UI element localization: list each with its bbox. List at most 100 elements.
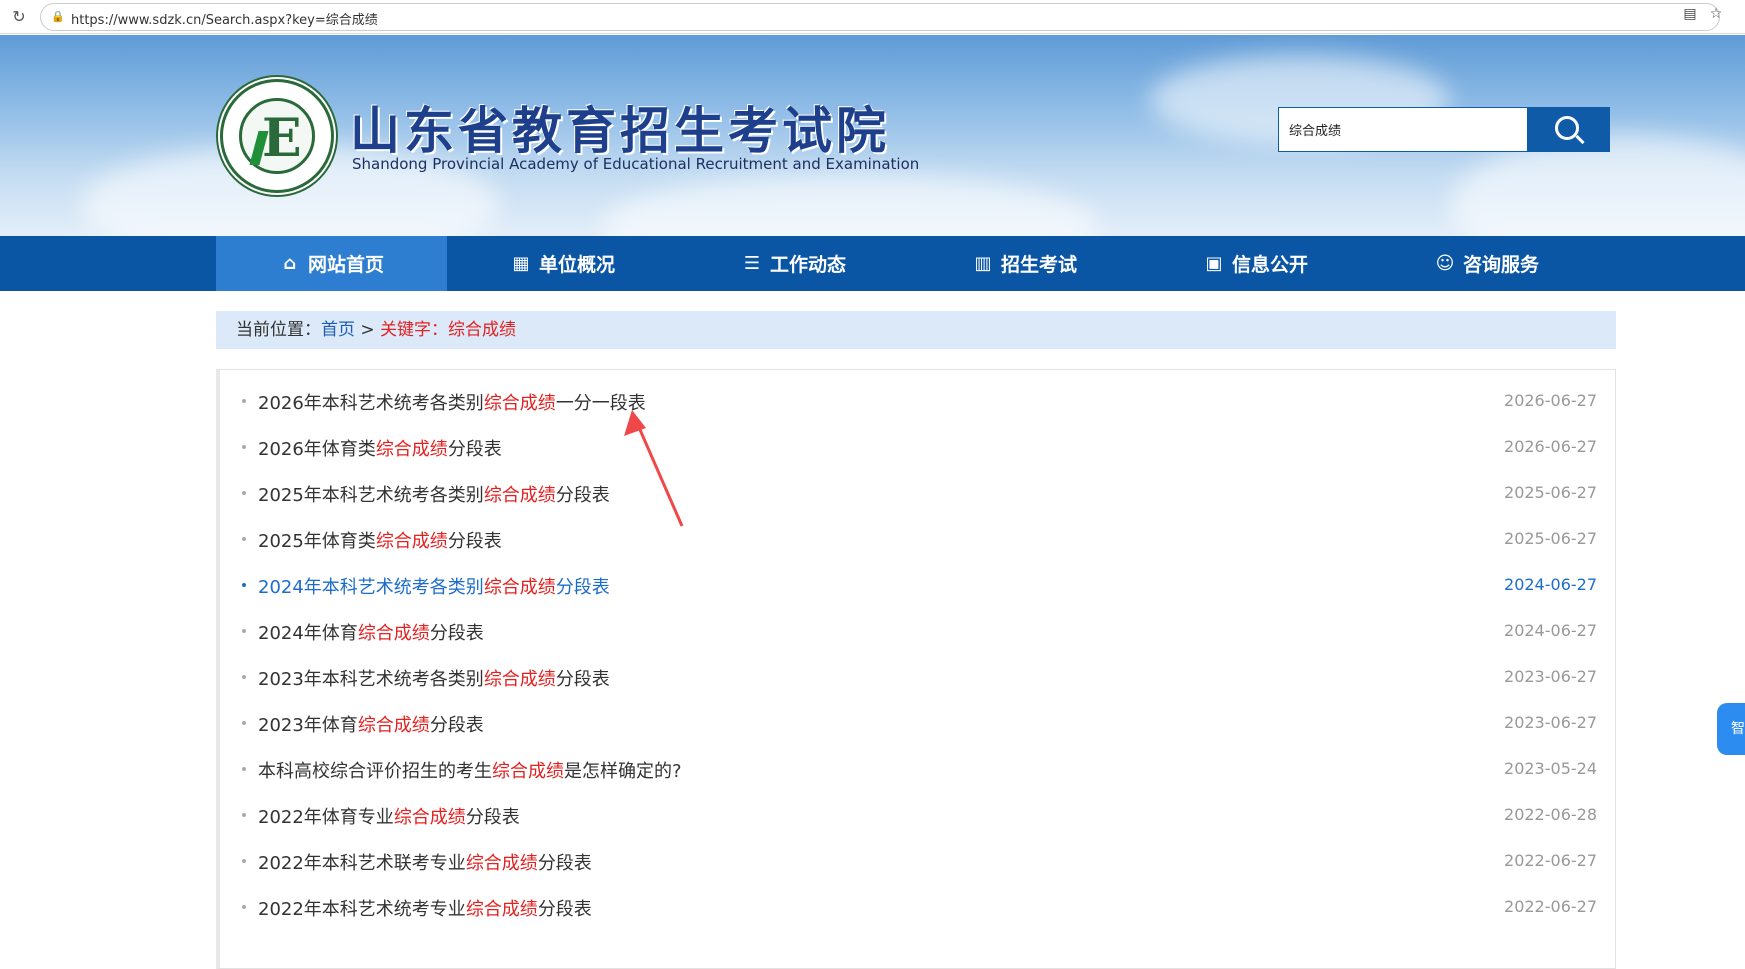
keyword-highlight: 综合成绩 (465, 899, 538, 920)
server-icon: ☰ (743, 252, 761, 274)
search-button[interactable] (1528, 107, 1610, 152)
bullet-icon (242, 767, 246, 771)
keyword-highlight: 综合成绩 (483, 577, 556, 598)
main-nav: ⌂ 网站首页 ▦ 单位概况 ☰ 工作动态 ▥ 招生考试 ▣ 信息公开 ☺ 咨询服… (0, 236, 1745, 291)
logo-letter: E (262, 108, 302, 169)
star-icon[interactable]: ☆ (1708, 6, 1724, 22)
breadcrumb: 当前位置：首页 > 关键字：综合成绩 (216, 311, 1616, 349)
list-item: 2026年体育类综合成绩分段表 2026-06-27 (220, 425, 1615, 471)
keyword-highlight: 综合成绩 (357, 623, 430, 644)
result-link[interactable]: 2023年本科艺术统考各类别综合成绩分段表 (258, 665, 610, 691)
bullet-icon (242, 399, 246, 403)
title-text: 分段表 (555, 485, 610, 506)
list-item: 2023年本科艺术统考各类别综合成绩分段表 2023-06-27 (220, 655, 1615, 701)
title-text: 分段表 (555, 669, 610, 690)
result-link[interactable]: 2026年本科艺术统考各类别综合成绩一分一段表 (258, 389, 646, 415)
result-link[interactable]: 2022年体育专业综合成绩分段表 (258, 803, 520, 829)
building-icon: ▦ (512, 252, 530, 274)
title-text: 本科高校综合评价招生的考生 (258, 761, 492, 782)
title-text: 2022年本科艺术联考专业 (258, 853, 466, 874)
nav-news[interactable]: ☰ 工作动态 (678, 236, 909, 291)
bullet-icon (242, 583, 246, 587)
list-item: 2025年本科艺术统考各类别综合成绩分段表 2025-06-27 (220, 471, 1615, 517)
reload-icon[interactable]: ↻ (10, 8, 28, 26)
title-text: 2025年本科艺术统考各类别 (258, 485, 484, 506)
result-link[interactable]: 2026年体育类综合成绩分段表 (258, 435, 502, 461)
result-date: 2025-06-27 (1504, 529, 1597, 548)
result-date: 2022-06-27 (1504, 897, 1597, 916)
site-title: 山东省教育招生考试院 (350, 102, 890, 160)
list-item: 本科高校综合评价招生的考生综合成绩是怎样确定的? 2023-05-24 (220, 747, 1615, 793)
title-text: 2025年体育类 (258, 531, 376, 552)
nav-label: 招生考试 (1000, 254, 1077, 276)
breadcrumb-home-link[interactable]: 首页 (321, 320, 355, 340)
title-text: 分段表 (447, 439, 502, 460)
address-bar[interactable]: 🔒 https://www.sdzk.cn/Search.aspx?key=综合… (40, 3, 1720, 31)
bullet-icon (242, 859, 246, 863)
result-date: 2025-06-27 (1504, 483, 1597, 502)
nav-label: 信息公开 (1231, 254, 1308, 276)
list-item: 2025年体育类综合成绩分段表 2025-06-27 (220, 517, 1615, 563)
nav-label: 网站首页 (307, 254, 384, 276)
list-item: 2022年本科艺术统考专业综合成绩分段表 2022-06-27 (220, 885, 1615, 931)
result-date: 2023-06-27 (1504, 667, 1597, 686)
search-icon-handle (1575, 134, 1585, 145)
list-item: 2024年体育综合成绩分段表 2024-06-27 (220, 609, 1615, 655)
title-text: 分段表 (429, 715, 484, 736)
result-link[interactable]: 2022年本科艺术联考专业综合成绩分段表 (258, 849, 592, 875)
keyword-highlight: 综合成绩 (393, 807, 466, 828)
result-link[interactable]: 本科高校综合评价招生的考生综合成绩是怎样确定的? (258, 757, 682, 783)
annotation-arrow-icon (624, 410, 684, 527)
bullet-icon (242, 491, 246, 495)
result-link[interactable]: 2024年本科艺术统考各类别综合成绩分段表 (258, 573, 610, 599)
list-item: 2022年本科艺术联考专业综合成绩分段表 2022-06-27 (220, 839, 1615, 885)
nav-home[interactable]: ⌂ 网站首页 (216, 236, 447, 291)
bullet-icon (242, 721, 246, 725)
url-text[interactable]: https://www.sdzk.cn/Search.aspx?key=综合成绩 (71, 9, 378, 28)
floating-assistant-tab[interactable]: 智 (1717, 703, 1745, 755)
title-text: 分段表 (537, 853, 592, 874)
title-text: 2026年体育类 (258, 439, 376, 460)
lock-icon[interactable]: 🔒 (51, 10, 65, 24)
nav-about[interactable]: ▦ 单位概况 (447, 236, 678, 291)
title-text: 分段表 (555, 577, 610, 598)
site-subtitle: Shandong Provincial Academy of Education… (352, 155, 920, 173)
reader-icon[interactable]: ▤ (1682, 6, 1698, 22)
result-date: 2026-06-27 (1504, 437, 1597, 456)
result-date: 2026-06-27 (1504, 391, 1597, 410)
cloud-decoration (600, 175, 1100, 236)
bullet-icon (242, 629, 246, 633)
result-date: 2024-06-27 (1504, 621, 1597, 640)
list-item: 2023年体育综合成绩分段表 2023-06-27 (220, 701, 1615, 747)
result-link[interactable]: 2024年体育综合成绩分段表 (258, 619, 484, 645)
site-logo[interactable]: E (220, 79, 334, 193)
result-link[interactable]: 2025年体育类综合成绩分段表 (258, 527, 502, 553)
breadcrumb-keyword: 关键字：综合成绩 (380, 320, 517, 340)
result-link[interactable]: 2023年体育综合成绩分段表 (258, 711, 484, 737)
title-text: 2022年体育专业 (258, 807, 394, 828)
logo-emblem: E (239, 98, 315, 174)
keyword-highlight: 综合成绩 (375, 439, 448, 460)
keyword-highlight: 综合成绩 (465, 853, 538, 874)
nav-label: 咨询服务 (1462, 254, 1539, 276)
result-link[interactable]: 2025年本科艺术统考各类别综合成绩分段表 (258, 481, 610, 507)
search-input[interactable] (1278, 107, 1528, 152)
result-link[interactable]: 2022年本科艺术统考专业综合成绩分段表 (258, 895, 592, 921)
title-text: 2023年本科艺术统考各类别 (258, 669, 484, 690)
title-text: 分段表 (447, 531, 502, 552)
keyword-highlight: 综合成绩 (492, 761, 564, 782)
nav-info[interactable]: ▣ 信息公开 (1140, 236, 1371, 291)
home-icon: ⌂ (283, 252, 297, 274)
title-text: 2026年本科艺术统考各类别 (258, 393, 484, 414)
nav-service[interactable]: ☺ 咨询服务 (1371, 236, 1602, 291)
result-date: 2022-06-28 (1504, 805, 1597, 824)
support-icon: ☺ (1435, 252, 1455, 274)
title-text: 2023年体育 (258, 715, 358, 736)
nav-exams[interactable]: ▥ 招生考试 (909, 236, 1140, 291)
title-text: 分段表 (465, 807, 520, 828)
site-header: E 山东省教育招生考试院 Shandong Provincial Academy… (0, 35, 1745, 236)
book-icon: ▥ (974, 252, 992, 274)
briefcase-icon: ▣ (1205, 252, 1223, 274)
keyword-highlight: 综合成绩 (483, 669, 556, 690)
bullet-icon (242, 445, 246, 449)
